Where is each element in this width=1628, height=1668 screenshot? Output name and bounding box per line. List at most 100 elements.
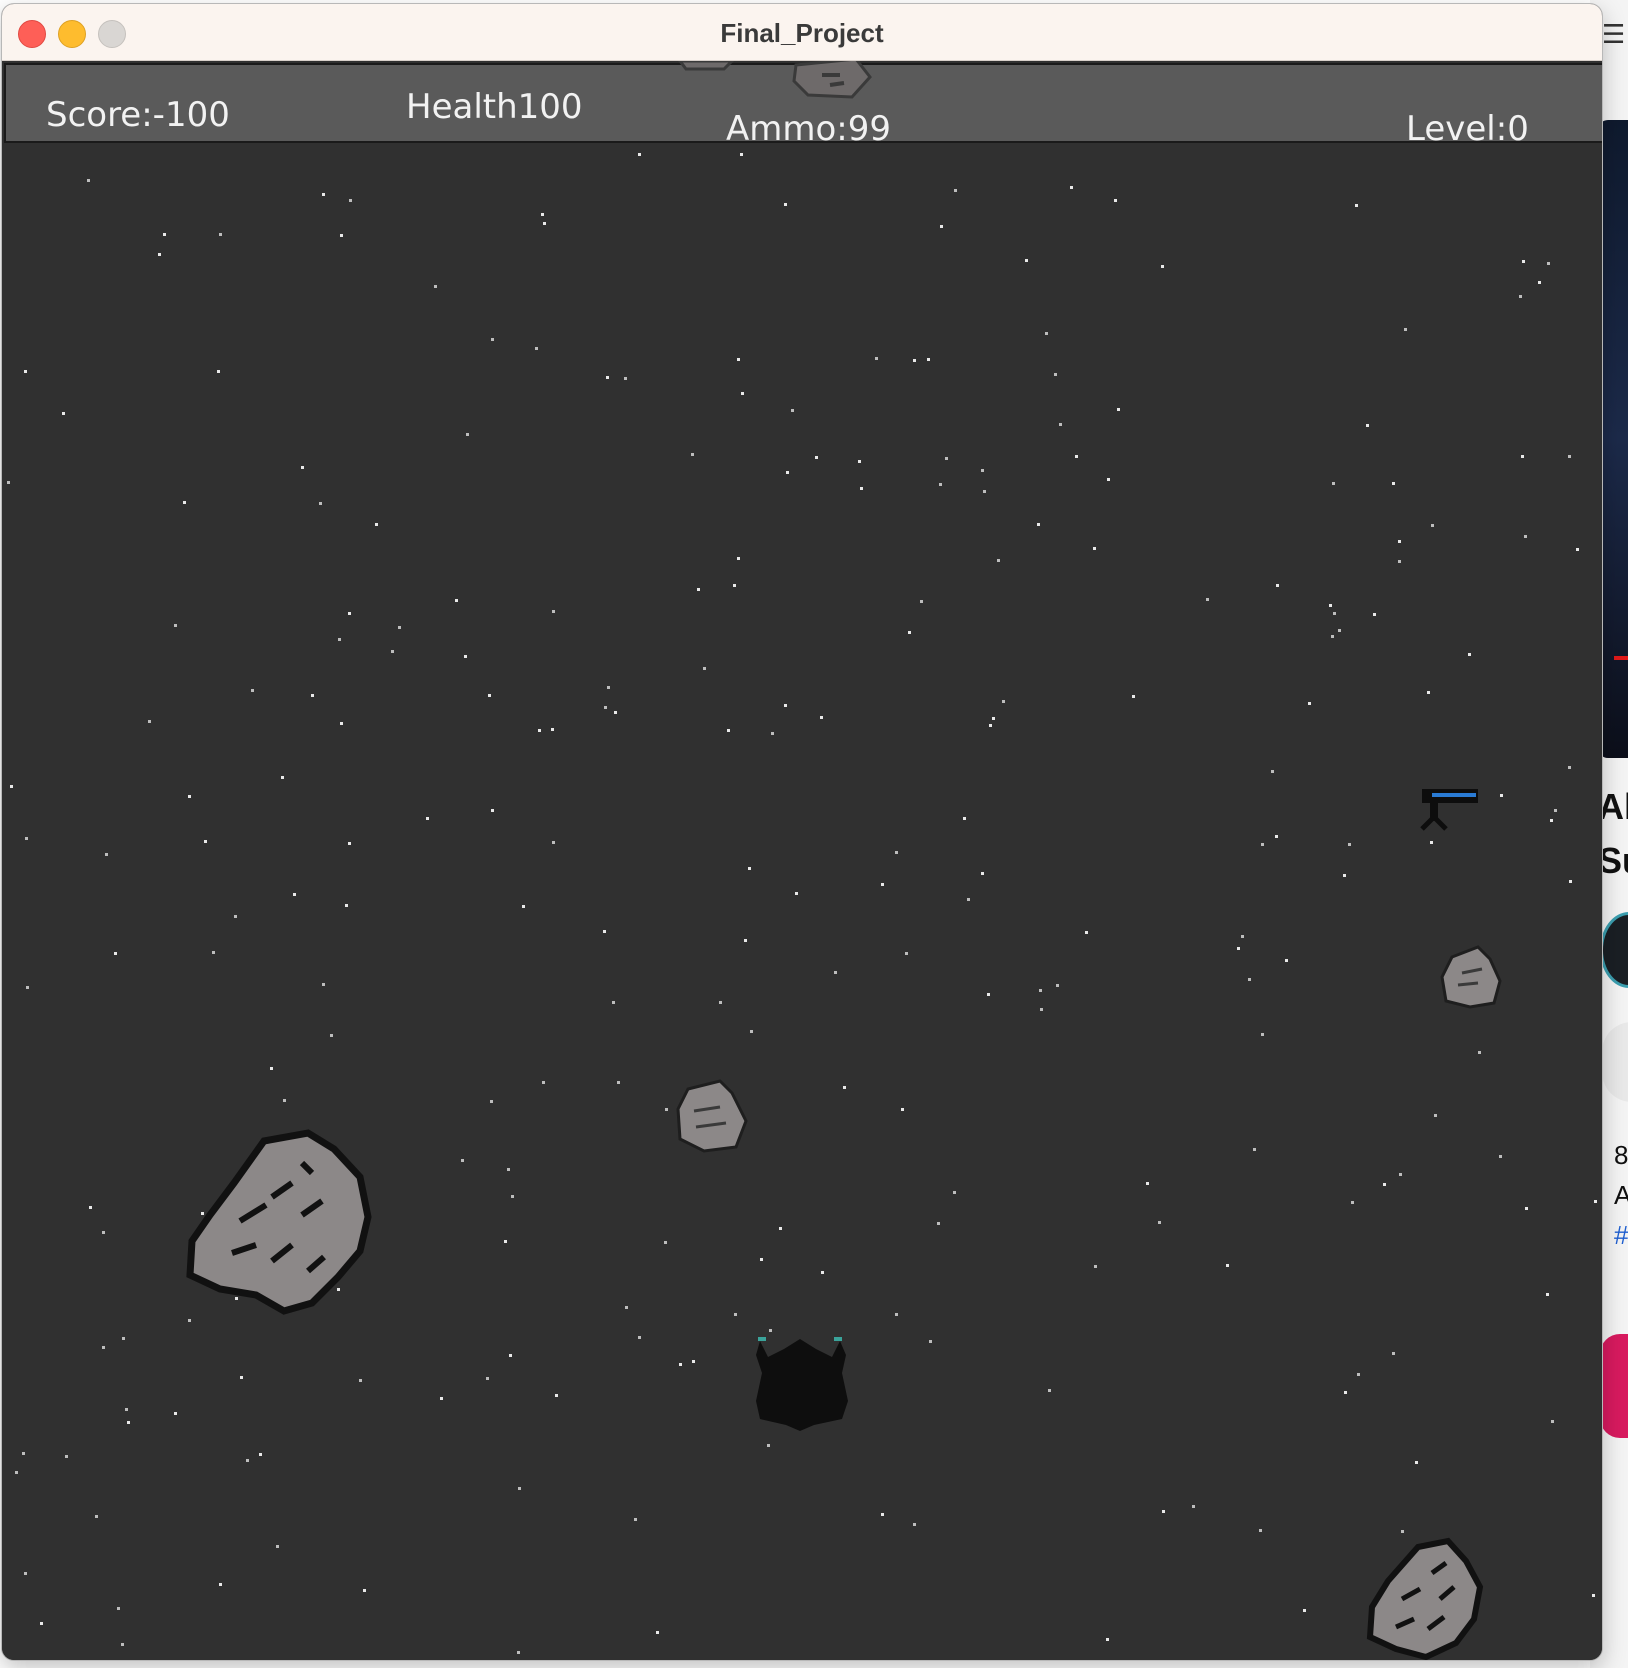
star: [270, 1067, 273, 1070]
star: [518, 1487, 521, 1490]
star: [1478, 1051, 1481, 1054]
star: [997, 559, 1000, 562]
star: [1025, 259, 1028, 262]
star: [820, 716, 823, 719]
small-asteroid-icon: [1440, 945, 1502, 1009]
star: [908, 631, 911, 634]
star: [1146, 1182, 1149, 1185]
star: [875, 357, 878, 360]
star: [1093, 547, 1096, 550]
star: [293, 893, 296, 896]
star: [603, 930, 606, 933]
star: [163, 233, 166, 236]
star: [114, 952, 117, 955]
star: [25, 837, 28, 840]
star: [614, 711, 617, 714]
star: [784, 203, 787, 206]
star: [1048, 1389, 1051, 1392]
star: [348, 612, 351, 615]
star: [541, 213, 544, 216]
star: [1547, 262, 1550, 265]
star: [1333, 612, 1336, 615]
star: [251, 689, 254, 692]
star: [491, 809, 494, 812]
star: [1059, 423, 1062, 426]
star: [1162, 1510, 1165, 1513]
star: [992, 717, 995, 720]
star: [1343, 874, 1346, 877]
star: [1107, 478, 1110, 481]
window-title: Final_Project: [720, 18, 884, 48]
star: [1576, 548, 1579, 551]
star: [555, 1394, 558, 1397]
star: [15, 1471, 18, 1474]
star: [89, 1206, 92, 1209]
player-ship-icon: [756, 1337, 848, 1431]
star: [1158, 1221, 1161, 1224]
window-titlebar[interactable]: Final_Project: [2, 4, 1602, 61]
large-asteroid-icon: [186, 1129, 372, 1315]
star: [1329, 604, 1332, 607]
video-progress-mark: [1614, 656, 1628, 660]
star: [733, 584, 736, 587]
star: [1550, 819, 1553, 822]
star: [338, 638, 341, 641]
star: [617, 1081, 620, 1084]
ammo-label: Ammo:99: [726, 109, 892, 149]
star: [1114, 199, 1117, 202]
star: [359, 1379, 362, 1382]
star: [784, 704, 787, 707]
star: [375, 523, 378, 526]
star: [1522, 260, 1525, 263]
star: [345, 904, 348, 907]
star: [1206, 598, 1209, 601]
star: [40, 1622, 43, 1625]
star: [1303, 1609, 1306, 1612]
game-canvas[interactable]: Score:-100 Health100 Ammo:99 Level:0: [2, 61, 1602, 1660]
star: [1040, 1008, 1043, 1011]
health-label: Health100: [406, 87, 583, 127]
star: [311, 694, 314, 697]
star: [204, 840, 207, 843]
enemy-turret-icon: [1420, 789, 1478, 831]
star: [895, 1313, 898, 1316]
star: [1499, 1155, 1502, 1158]
star: [983, 490, 986, 493]
star: [1276, 584, 1279, 587]
star: [1085, 931, 1088, 934]
star: [638, 1336, 641, 1339]
star: [954, 189, 957, 192]
star: [426, 817, 429, 820]
star: [1355, 204, 1358, 207]
star: [507, 1168, 510, 1171]
star: [945, 457, 948, 460]
star: [1366, 424, 1369, 427]
star: [22, 1452, 25, 1455]
star: [734, 1313, 737, 1316]
star: [102, 1231, 105, 1234]
star: [612, 1001, 615, 1004]
star: [62, 412, 65, 415]
star: [464, 655, 467, 658]
star: [158, 253, 161, 256]
star: [679, 1363, 682, 1366]
star: [217, 370, 220, 373]
star: [26, 986, 29, 989]
star: [301, 466, 304, 469]
background-pink-thumbnail: [1600, 1334, 1628, 1438]
star: [174, 624, 177, 627]
star: [398, 626, 401, 629]
star: [737, 358, 740, 361]
star: [543, 222, 546, 225]
star: [905, 952, 908, 955]
score-label: Score:-100: [46, 95, 230, 135]
star: [664, 1241, 667, 1244]
star: [963, 817, 966, 820]
star: [552, 841, 555, 844]
star: [1546, 1293, 1549, 1296]
desktop: ☰ Al Su 8 A # Final_Project: [0, 0, 1628, 1668]
star: [511, 1195, 514, 1198]
star: [1500, 794, 1503, 797]
star: [1434, 1114, 1437, 1117]
star: [1594, 1200, 1597, 1203]
